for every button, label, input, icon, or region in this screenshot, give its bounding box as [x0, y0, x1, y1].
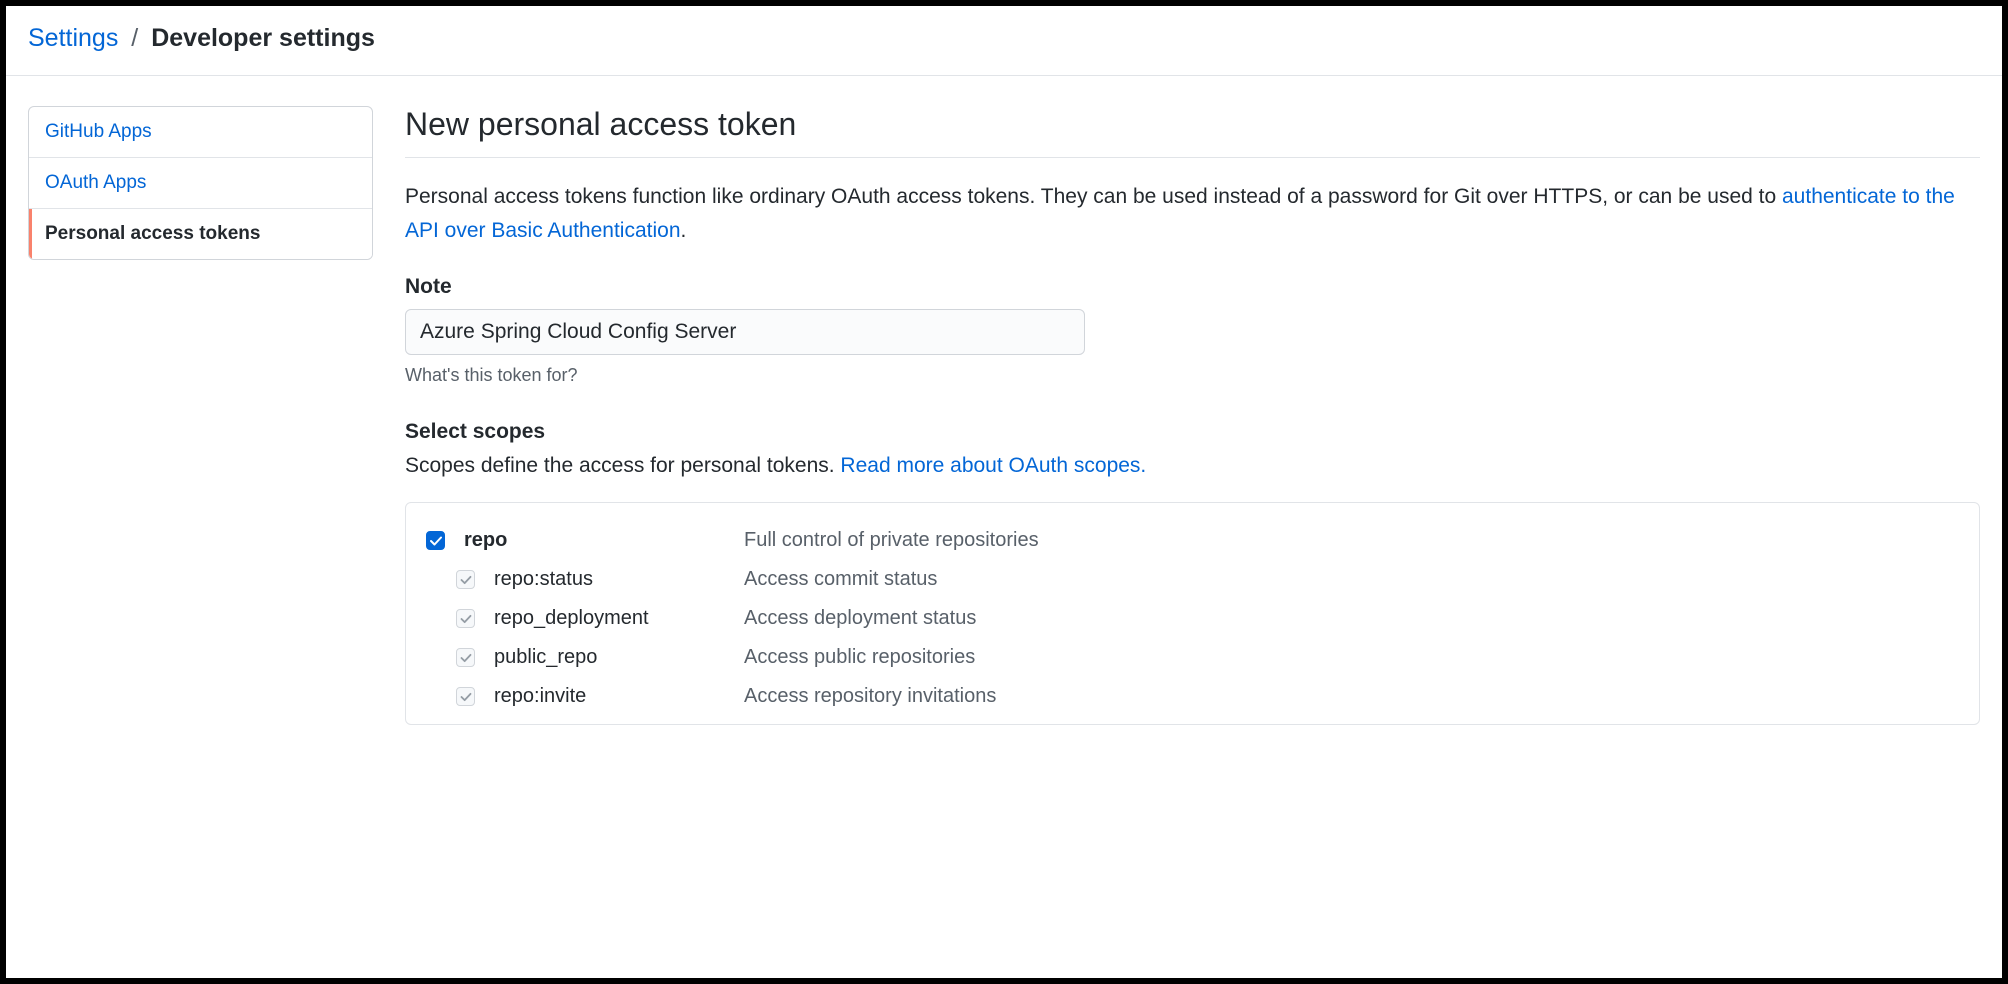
scope-repo-name: repo	[464, 529, 744, 552]
token-description: Personal access tokens function like ord…	[405, 180, 1980, 247]
scope-repo-status-checkbox[interactable]	[456, 570, 475, 589]
scope-repo-status: repo:status Access commit status	[426, 560, 1959, 599]
page-title: New personal access token	[405, 106, 1980, 158]
scope-repo-deployment-name: repo_deployment	[494, 607, 744, 630]
scopes-desc: Scopes define the access for personal to…	[405, 454, 1980, 478]
scope-repo-invite-name: repo:invite	[494, 685, 744, 708]
sidebar-item-oauth-apps[interactable]: OAuth Apps	[29, 158, 372, 209]
sidebar-menu: GitHub Apps OAuth Apps Personal access t…	[28, 106, 373, 260]
scope-repo-deployment-desc: Access deployment status	[744, 607, 1959, 630]
breadcrumb-current: Developer settings	[151, 24, 375, 52]
breadcrumb-root-link[interactable]: Settings	[28, 24, 118, 52]
scopes-label: Select scopes	[405, 420, 1980, 444]
scope-public-repo-checkbox[interactable]	[456, 648, 475, 667]
scopes-section: Select scopes Scopes define the access f…	[405, 420, 1980, 725]
note-field: Note What's this token for?	[405, 275, 1980, 386]
scopes-desc-text: Scopes define the access for personal to…	[405, 454, 840, 477]
scope-repo-desc: Full control of private repositories	[744, 529, 1959, 552]
scope-public-repo-name: public_repo	[494, 646, 744, 669]
note-hint: What's this token for?	[405, 365, 1980, 386]
note-label: Note	[405, 275, 1980, 299]
main-content: New personal access token Personal acces…	[405, 106, 1980, 725]
token-desc-text: Personal access tokens function like ord…	[405, 185, 1782, 208]
scope-repo: repo Full control of private repositorie…	[426, 521, 1959, 560]
scope-repo-status-desc: Access commit status	[744, 568, 1959, 591]
scope-repo-invite-desc: Access repository invitations	[744, 685, 1959, 708]
scope-repo-checkbox[interactable]	[426, 531, 445, 550]
token-desc-post: .	[681, 219, 687, 242]
check-icon	[460, 614, 471, 623]
breadcrumb-separator: /	[131, 24, 138, 52]
scope-repo-invite: repo:invite Access repository invitation…	[426, 677, 1959, 716]
scopes-box: repo Full control of private repositorie…	[405, 502, 1980, 725]
sidebar-item-personal-access-tokens[interactable]: Personal access tokens	[29, 209, 372, 259]
note-input[interactable]	[405, 309, 1085, 355]
check-icon	[460, 653, 471, 662]
sidebar-item-github-apps[interactable]: GitHub Apps	[29, 107, 372, 158]
oauth-scopes-link[interactable]: Read more about OAuth scopes.	[840, 454, 1146, 477]
breadcrumb: Settings / Developer settings	[6, 6, 2002, 76]
scope-repo-invite-checkbox[interactable]	[456, 687, 475, 706]
sidebar: GitHub Apps OAuth Apps Personal access t…	[28, 106, 373, 725]
scope-public-repo-desc: Access public repositories	[744, 646, 1959, 669]
scope-repo-deployment-checkbox[interactable]	[456, 609, 475, 628]
check-icon	[460, 692, 471, 701]
check-icon	[460, 575, 471, 584]
scope-public-repo: public_repo Access public repositories	[426, 638, 1959, 677]
scope-repo-deployment: repo_deployment Access deployment status	[426, 599, 1959, 638]
scope-repo-status-name: repo:status	[494, 568, 744, 591]
check-icon	[430, 536, 442, 546]
